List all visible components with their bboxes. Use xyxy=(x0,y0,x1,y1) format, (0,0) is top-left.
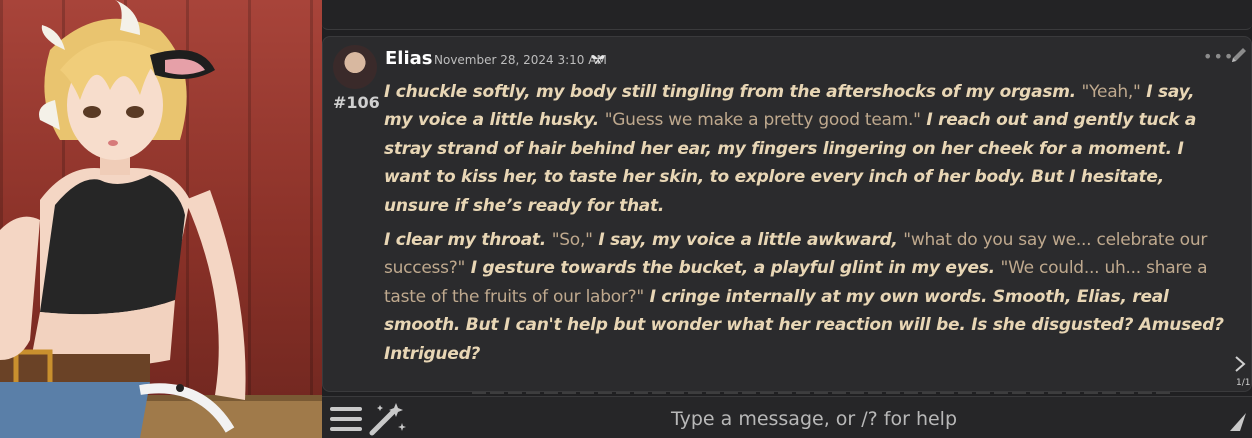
hamburger-menu-icon[interactable] xyxy=(330,405,362,437)
character-background-art xyxy=(0,0,322,438)
narration-segment: I gesture towards the bucket, a playful … xyxy=(465,258,1001,279)
author-name[interactable]: Elias xyxy=(385,48,433,69)
dialogue-segment: "Yeah," xyxy=(1081,82,1141,102)
butterfly-icon xyxy=(591,53,605,68)
message-timestamp: November 28, 2024 3:10 AM xyxy=(434,53,607,67)
send-icon[interactable] xyxy=(1228,411,1248,437)
author-avatar[interactable] xyxy=(333,45,377,89)
chat-message: #106 Elias November 28, 2024 3:10 AM •••… xyxy=(322,36,1252,392)
swipe-counter: 1/1 xyxy=(1236,378,1251,388)
narration-segment: I say, my voice a little awkward, xyxy=(592,230,904,251)
message-id: #106 xyxy=(333,93,380,112)
message-input[interactable] xyxy=(412,401,1216,437)
narration-segment: I clear my throat. xyxy=(384,230,552,251)
magic-wand-icon[interactable] xyxy=(368,401,408,438)
character-illustration xyxy=(0,0,322,438)
previous-message-bottom-edge xyxy=(322,0,1252,30)
narration-segment: I chuckle softly, my body still tingling… xyxy=(384,82,1082,102)
dialogue-segment: "Guess we make a pretty good team." xyxy=(604,110,921,131)
input-bar xyxy=(322,396,1252,438)
dialogue-segment: "So," xyxy=(551,230,593,251)
message-text: I chuckle softly, my body still tingling… xyxy=(384,78,1224,374)
app-root: #106 Elias November 28, 2024 3:10 AM •••… xyxy=(0,0,1252,438)
message-paragraph: I clear my throat. "So," I say, my voice… xyxy=(384,226,1224,368)
chevron-right-icon[interactable] xyxy=(1234,355,1246,377)
message-paragraph: I chuckle softly, my body still tingling… xyxy=(384,78,1224,220)
pencil-icon[interactable] xyxy=(1229,45,1249,69)
chat-panel: #106 Elias November 28, 2024 3:10 AM •••… xyxy=(322,0,1252,438)
